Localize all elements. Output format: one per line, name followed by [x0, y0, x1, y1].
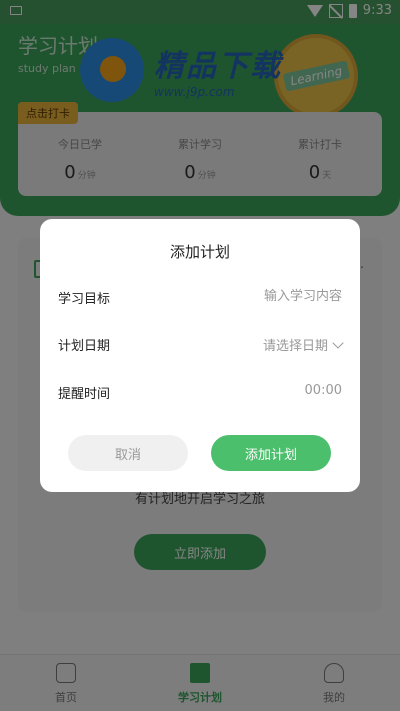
reminder-time-picker[interactable]: 00:00: [305, 383, 342, 398]
dialog-title: 添加计划: [169, 243, 230, 261]
add-plan-dialog: 添加计划 学习目标 计划日期 请选择日期 提醒时间 00:00 取消 添加计划: [40, 219, 360, 492]
goal-input[interactable]: [182, 285, 342, 307]
reminder-row[interactable]: 提醒时间 00:00: [58, 380, 342, 402]
date-picker[interactable]: 请选择日期: [263, 335, 344, 354]
cancel-button[interactable]: 取消: [68, 435, 188, 471]
goal-label: 学习目标: [58, 292, 111, 307]
chevron-down-icon: [332, 337, 344, 349]
date-row[interactable]: 计划日期 请选择日期: [58, 332, 344, 354]
date-label: 计划日期: [58, 339, 111, 354]
goal-row: 学习目标: [58, 285, 342, 307]
reminder-label: 提醒时间: [58, 387, 111, 402]
add-plan-button[interactable]: 添加计划: [211, 435, 331, 471]
